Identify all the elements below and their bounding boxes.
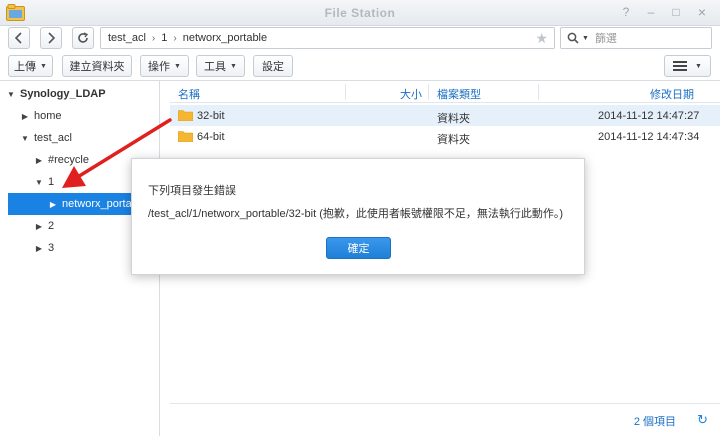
tree-item-label: test_acl	[34, 132, 72, 144]
breadcrumb-test-acl[interactable]: test_acl	[108, 32, 146, 44]
settings-button[interactable]: 設定	[253, 55, 293, 77]
search-icon	[567, 32, 579, 44]
ok-button[interactable]: 確定	[326, 237, 391, 259]
chevron-down-icon: ▼	[695, 62, 702, 70]
search-options-chevron-icon[interactable]: ▼	[582, 35, 589, 42]
tree-item-label: 1	[48, 176, 55, 188]
help-button[interactable]: ?	[618, 5, 634, 19]
file-row[interactable]: 64-bit 資料夾 2014-11-12 14:47:34	[170, 126, 720, 147]
column-header-row: 名稱 大小 檔案類型 修改日期	[170, 81, 720, 103]
folder-icon	[178, 131, 193, 142]
tools-label: 工具	[204, 61, 227, 73]
file-name: 32-bit	[197, 110, 225, 122]
file-type: 資料夾	[437, 113, 470, 125]
column-divider[interactable]	[345, 84, 346, 100]
tree-item-label: #recycle	[48, 154, 89, 166]
close-button[interactable]: ×	[694, 5, 710, 19]
maximize-button[interactable]: □	[668, 5, 684, 19]
chevron-right-icon	[48, 32, 56, 44]
search-field[interactable]: ▼ 篩選	[560, 27, 712, 49]
search-input[interactable]: 篩選	[595, 30, 617, 46]
collapsed-triangle-icon[interactable]: ▶	[20, 112, 30, 121]
column-name[interactable]: 名稱	[178, 86, 200, 102]
forward-button[interactable]	[40, 27, 62, 49]
action-label: 操作	[148, 61, 171, 73]
dialog-message: /test_acl/1/networx_portable/32-bit (抱歉，…	[148, 208, 564, 220]
dialog-title: 下列項目發生錯誤	[148, 185, 236, 197]
list-view-icon	[673, 61, 688, 71]
error-dialog: 下列項目發生錯誤 /test_acl/1/networx_portable/32…	[131, 158, 585, 275]
action-button[interactable]: 操作 ▼	[140, 55, 189, 77]
refresh-button[interactable]	[72, 27, 94, 49]
item-count: 2 個項目	[633, 416, 676, 428]
file-name: 64-bit	[197, 131, 225, 143]
window-title: File Station	[324, 6, 396, 20]
collapsed-triangle-icon[interactable]: ▶	[48, 200, 58, 209]
file-modified: 2014-11-12 14:47:34	[598, 131, 700, 143]
chevron-down-icon: ▼	[40, 62, 47, 70]
path-bar[interactable]: test_acl › 1 › networx_portable ★	[100, 27, 555, 49]
collapsed-triangle-icon[interactable]: ▶	[34, 222, 44, 231]
view-mode-button[interactable]: ▼	[664, 55, 711, 77]
tree-item-label: 2	[48, 220, 55, 232]
column-type[interactable]: 檔案類型	[437, 86, 481, 102]
favorite-star-icon[interactable]: ★	[535, 30, 548, 47]
tree-item-label: 3	[48, 242, 55, 254]
back-button[interactable]	[8, 27, 30, 49]
breadcrumb-separator: ›	[173, 32, 177, 44]
file-modified: 2014-11-12 14:47:27	[598, 110, 700, 122]
ok-label: 確定	[347, 243, 370, 255]
upload-button[interactable]: 上傳 ▼	[8, 55, 53, 77]
collapsed-triangle-icon[interactable]: ▶	[34, 156, 44, 165]
expanded-triangle-icon[interactable]: ▼	[20, 134, 30, 143]
folder-icon	[178, 110, 193, 121]
minimize-button[interactable]: –	[643, 5, 659, 19]
status-bar: 2 個項目 ↻	[170, 403, 720, 435]
column-divider[interactable]	[428, 84, 429, 100]
tree-item-test-acl[interactable]: ▼ test_acl	[20, 127, 156, 149]
navigation-bar: test_acl › 1 › networx_portable ★ ▼ 篩選	[0, 26, 720, 52]
expanded-triangle-icon[interactable]: ▼	[34, 178, 44, 187]
expanded-triangle-icon[interactable]: ▼	[6, 90, 16, 99]
breadcrumb-separator: ›	[151, 32, 156, 44]
refresh-icon	[78, 32, 89, 43]
create-folder-button[interactable]: 建立資料夾	[62, 55, 132, 77]
tree-item-label: home	[34, 110, 62, 122]
breadcrumb-networx-portable[interactable]: networx_portable	[183, 32, 267, 44]
create-folder-label: 建立資料夾	[69, 61, 125, 73]
chevron-down-icon: ▼	[230, 62, 237, 70]
breadcrumb-1[interactable]: 1	[161, 32, 167, 44]
tree-item-label: Synology_LDAP	[20, 88, 106, 100]
action-toolbar: 上傳 ▼ 建立資料夾 操作 ▼ 工具 ▼ 設定 ▼	[0, 52, 720, 81]
tree-item-synology-ldap[interactable]: ▼ Synology_LDAP	[6, 83, 156, 105]
upload-label: 上傳	[14, 61, 37, 73]
chevron-left-icon	[14, 32, 22, 44]
column-modified[interactable]: 修改日期	[650, 86, 694, 102]
tools-button[interactable]: 工具 ▼	[196, 55, 245, 77]
tree-item-home[interactable]: ▶ home	[20, 105, 156, 127]
file-type: 資料夾	[437, 134, 470, 146]
column-size[interactable]: 大小	[400, 86, 422, 102]
refresh-icon[interactable]: ↻	[697, 412, 708, 428]
settings-label: 設定	[262, 61, 284, 73]
column-divider[interactable]	[538, 84, 539, 100]
chevron-down-icon: ▼	[174, 62, 181, 70]
title-bar: File Station ? – □ ×	[0, 0, 720, 26]
file-row[interactable]: 32-bit 資料夾 2014-11-12 14:47:27	[170, 105, 720, 126]
collapsed-triangle-icon[interactable]: ▶	[34, 244, 44, 253]
